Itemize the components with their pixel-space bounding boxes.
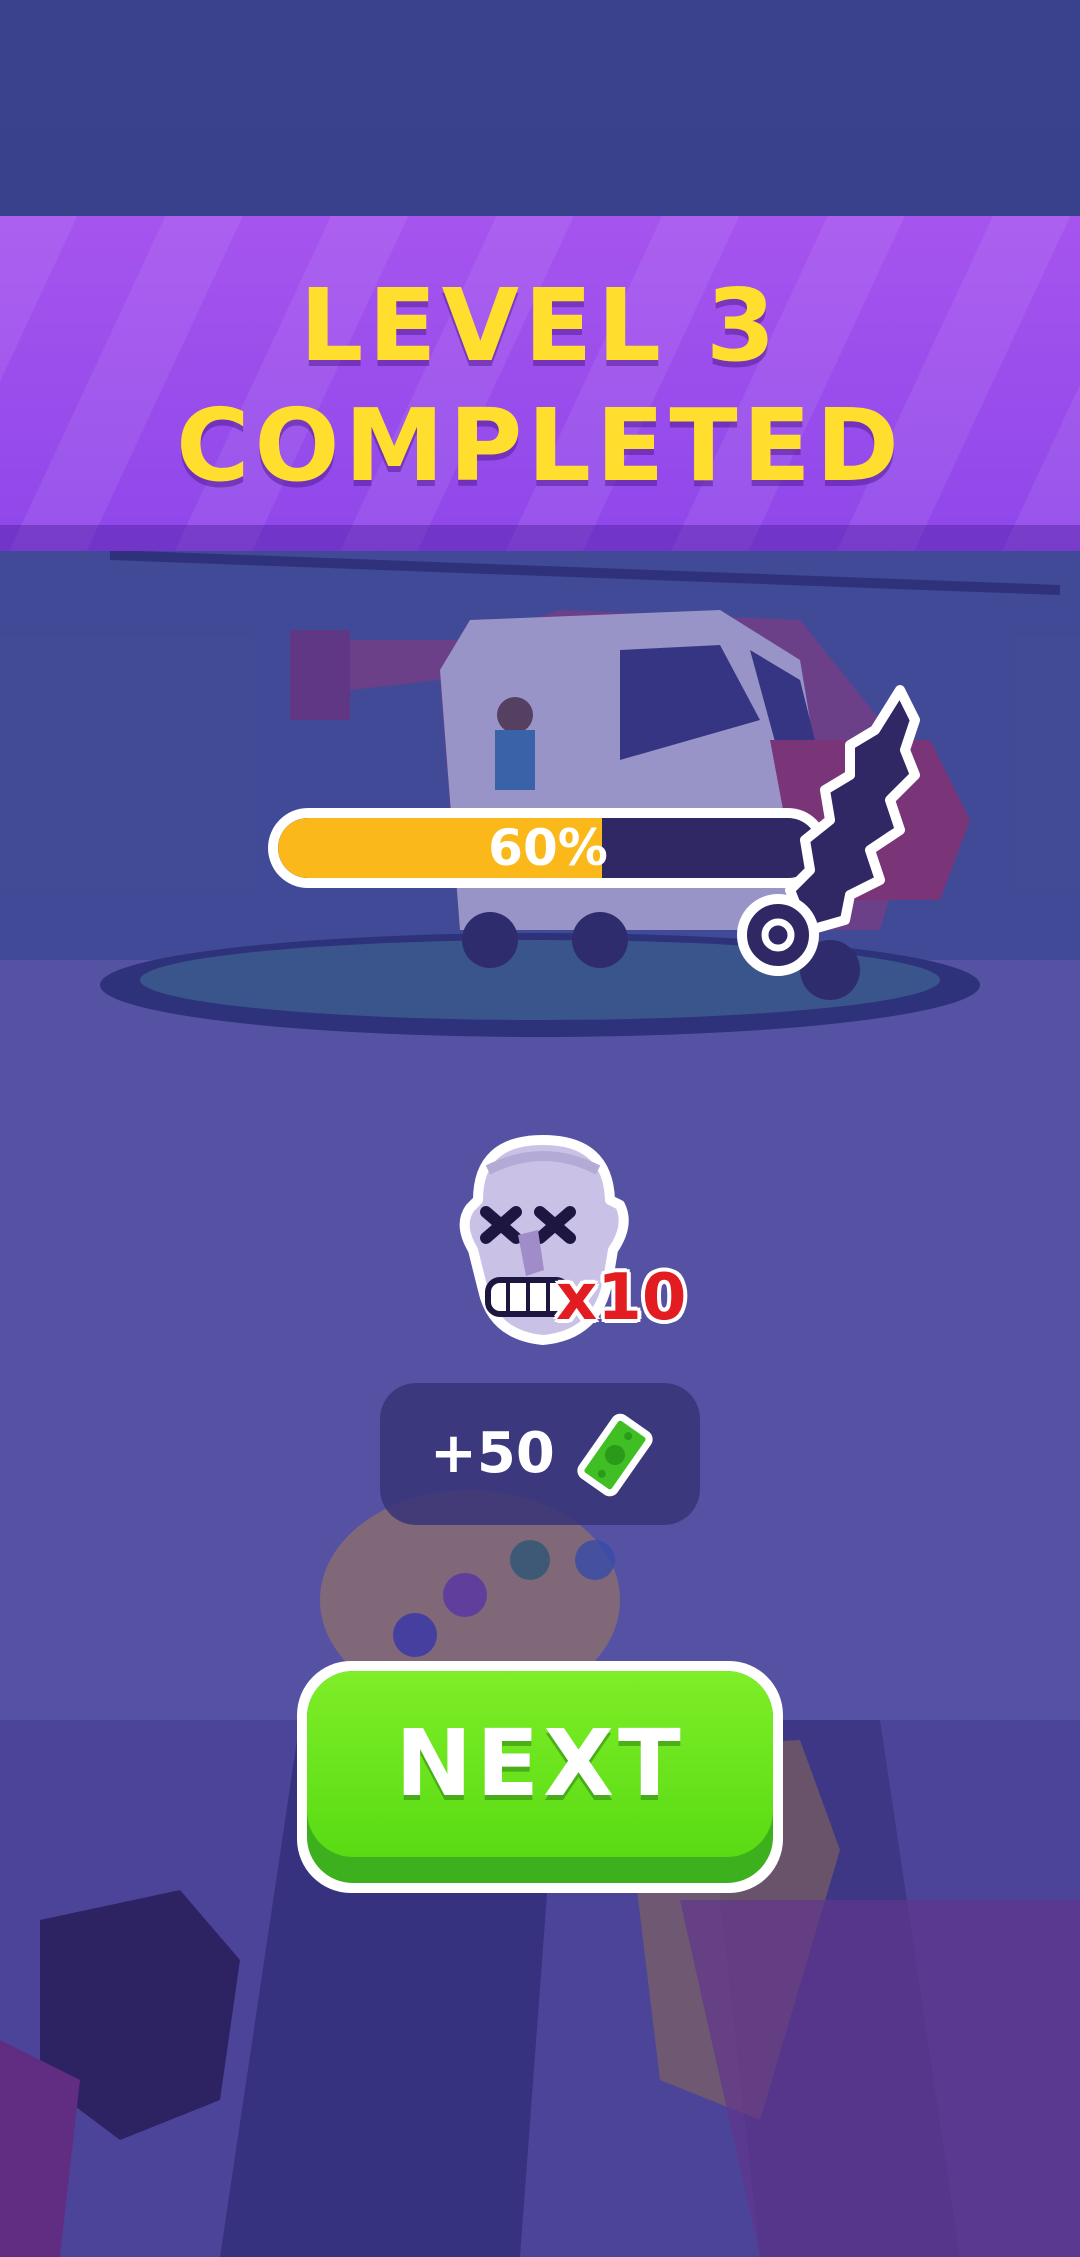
next-button-label: NEXT (395, 1710, 685, 1817)
cash-icon (577, 1413, 653, 1497)
reward-pill: +50 (380, 1383, 700, 1525)
reward-amount-label: +50 (430, 1421, 555, 1486)
level-completed-banner: LEVEL 3 COMPLETED (0, 216, 1080, 551)
banner-level-text: LEVEL 3 (299, 267, 781, 384)
next-button[interactable]: NEXT (297, 1661, 783, 1893)
banner-completed-text: COMPLETED (176, 387, 904, 504)
knife-icon (737, 685, 920, 976)
kill-count-label: x10 (556, 1261, 687, 1335)
